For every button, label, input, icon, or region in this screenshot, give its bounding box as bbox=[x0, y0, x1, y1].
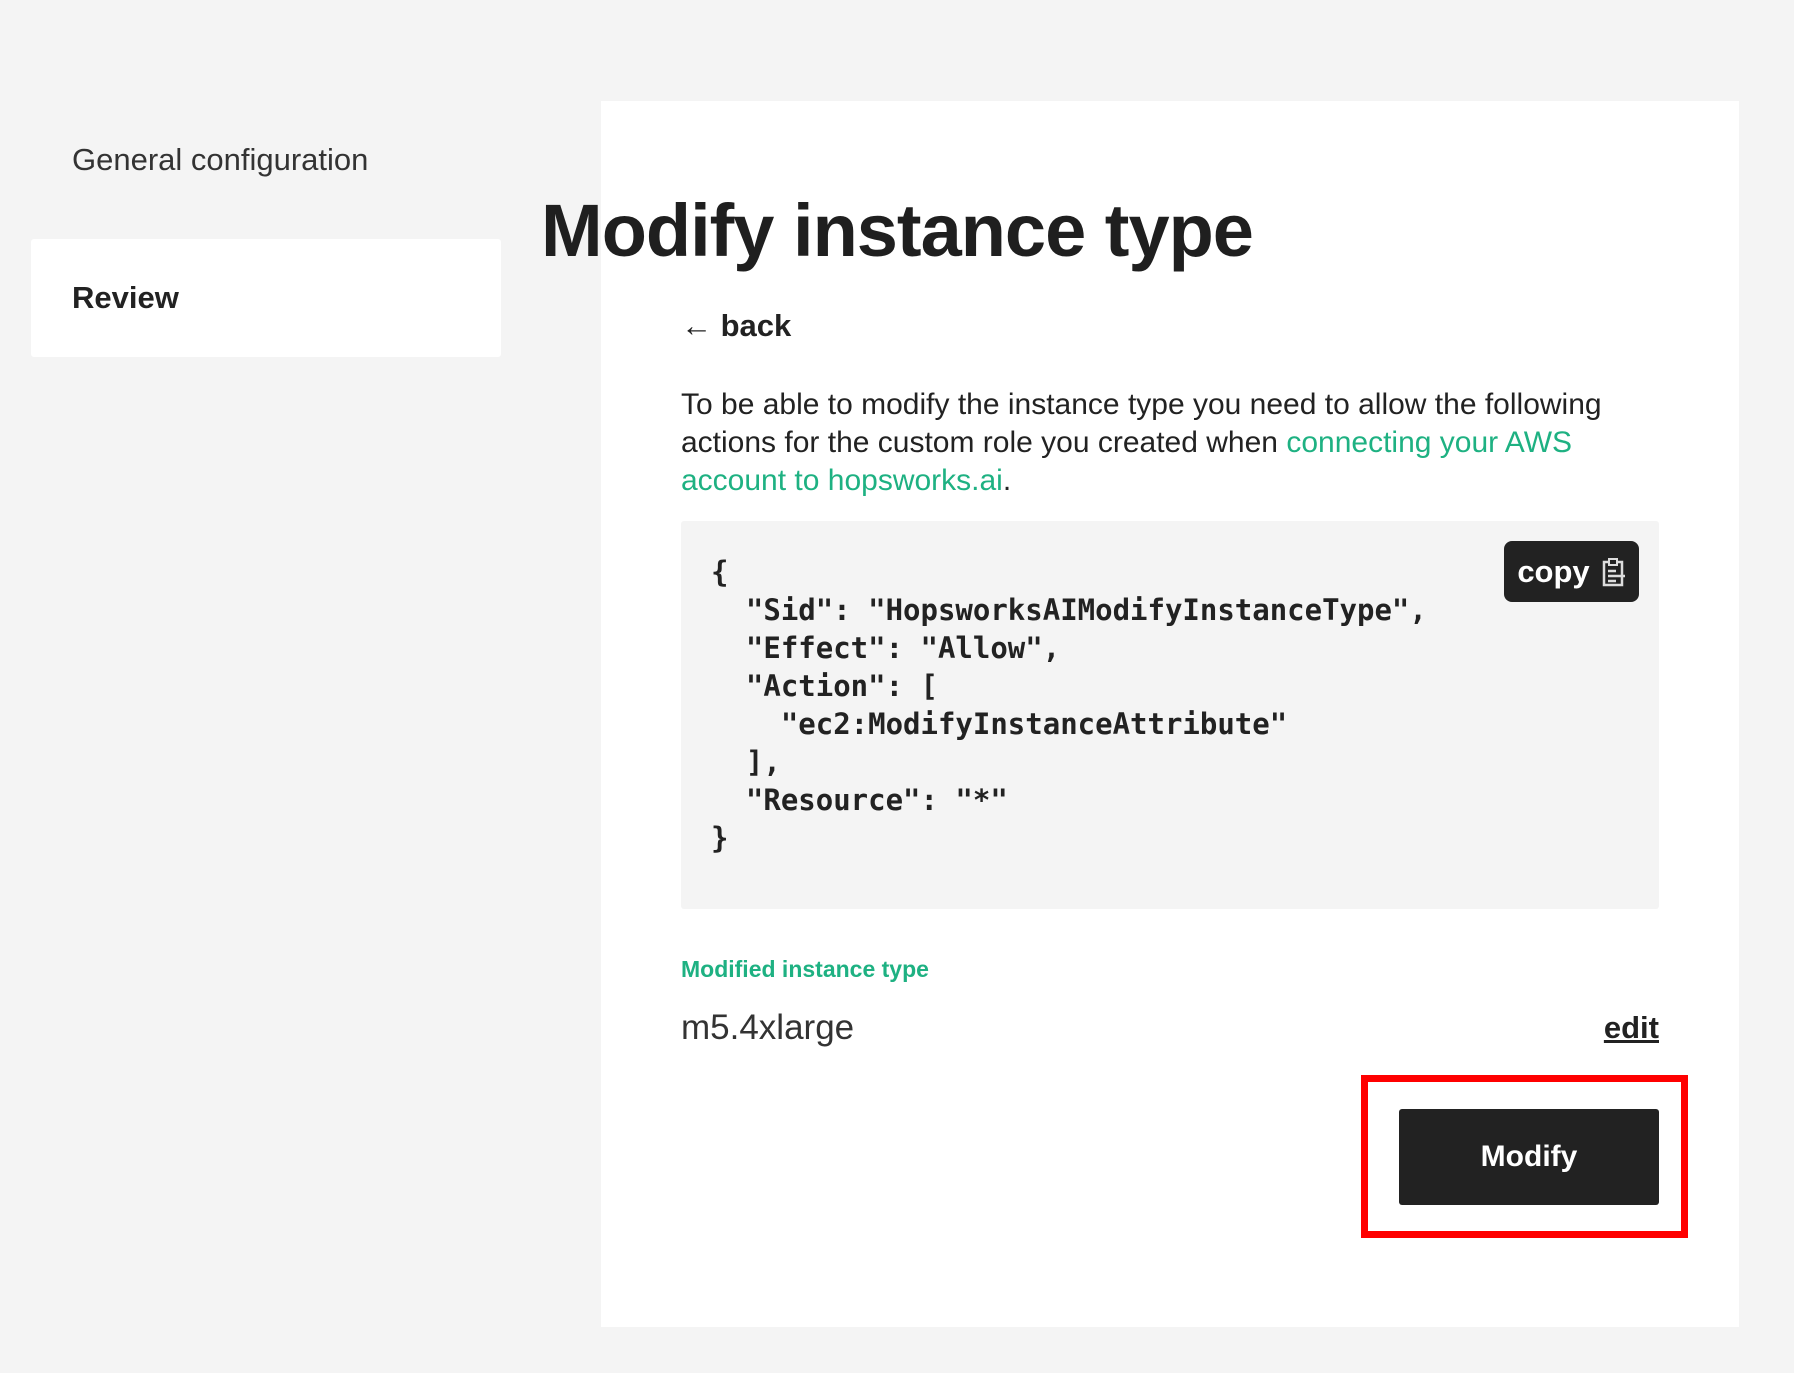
page-title: Modify instance type bbox=[541, 189, 1254, 272]
back-link[interactable]: ← back bbox=[681, 308, 791, 344]
copy-button[interactable]: copy bbox=[1504, 541, 1639, 602]
instance-type-value: m5.4xlarge bbox=[681, 1008, 855, 1047]
sidebar-item-label: Review bbox=[72, 280, 179, 315]
description-suffix: . bbox=[1002, 464, 1012, 497]
edit-link[interactable]: edit bbox=[1604, 1010, 1659, 1046]
policy-code: { "Sid": "HopsworksAIModifyInstanceType"… bbox=[711, 555, 1427, 855]
sidebar-item-label: General configuration bbox=[72, 142, 369, 177]
clipboard-icon bbox=[1602, 557, 1625, 586]
copy-label: copy bbox=[1517, 553, 1590, 589]
modify-button[interactable]: Modify bbox=[1399, 1109, 1659, 1205]
description: To be able to modify the instance type y… bbox=[681, 386, 1631, 500]
policy-code-block: { "Sid": "HopsworksAIModifyInstanceType"… bbox=[681, 521, 1659, 909]
field-label: Modified instance type bbox=[681, 956, 929, 982]
